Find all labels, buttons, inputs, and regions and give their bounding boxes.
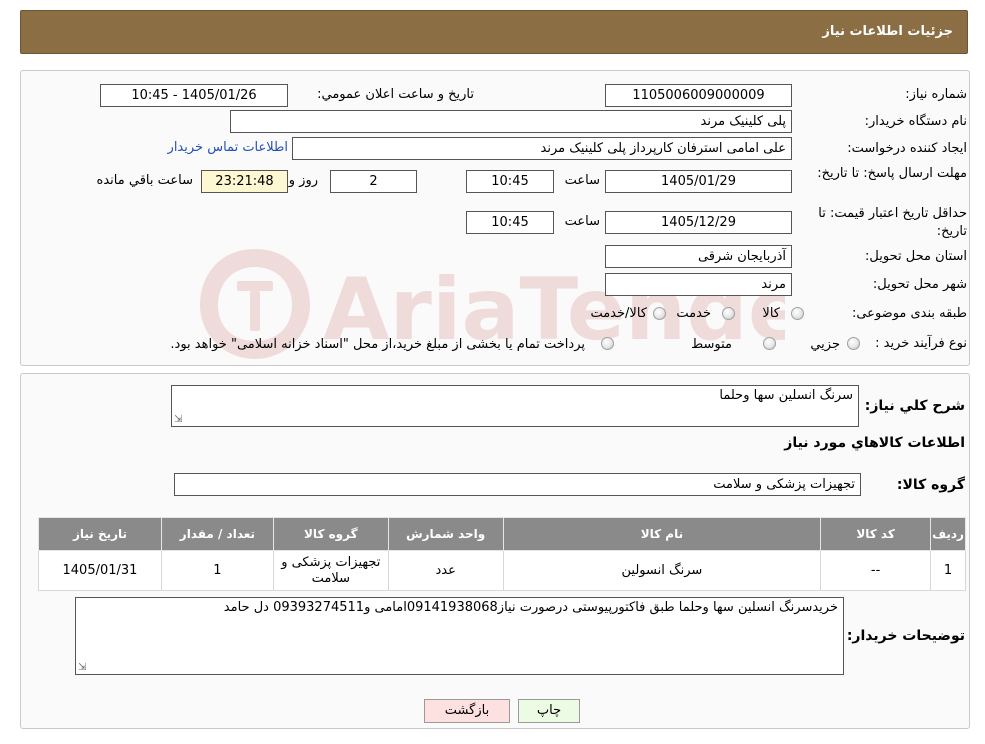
reply-time-field: 10:45 [466,170,554,193]
col-item-code: کد کالا [820,517,932,551]
price-validity-date-field: 1405/12/29 [605,211,792,234]
back-button[interactable]: بازگشت [424,699,510,723]
reply-date-field: 1405/01/29 [605,170,792,193]
col-unit: واحد شمارش [387,517,504,551]
need-number-label: شماره نیاز: [905,87,967,102]
category-goods-radio[interactable] [791,307,804,320]
items-table: رديف کد کالا نام کالا واحد شمارش گروه کا… [38,517,966,591]
items-section-title: اطلاعات کالاهاي مورد نياز [784,435,965,451]
treasury-payment-checkbox[interactable] [601,337,614,350]
page-header: جزئیات اطلاعات نیاز [20,10,968,54]
item-group-label: گروه کالا: [896,477,965,493]
need-summary-field: سرنگ انسلین سها وحلما ⇲ [171,385,859,427]
price-validity-label: حداقل تاريخ اعتبار قيمت: تا تاريخ: [818,206,967,239]
cell-unit: عدد [387,550,504,591]
price-validity-time-label: ساعت [564,214,600,229]
treasury-payment-note: پرداخت تمام يا بخشی از مبلغ خريد،از محل … [170,337,585,352]
col-quantity: تعداد / مقدار [160,517,274,551]
resize-grip-icon: ⇲ [78,662,87,673]
process-minor-radio[interactable] [847,337,860,350]
reply-deadline-label: مهلت ارسال پاسخ: تا تاريخ: [817,166,967,181]
city-field: مرند [605,273,792,296]
category-goods-service-label: کالا/خدمت [590,306,647,321]
buyer-contact-link[interactable]: اطلاعات تماس خريدار [168,140,288,155]
cell-quantity: 1 [160,550,274,591]
cell-row-number: 1 [930,550,966,591]
category-label: طبقه بندی موضوعی: [851,306,967,321]
print-button[interactable]: چاپ [518,699,580,723]
process-medium-label: متوسط [691,337,732,352]
announce-datetime-field: 1405/01/26 - 10:45 [100,84,288,107]
need-summary-text: سرنگ انسلین سها وحلما [719,388,853,403]
table-row: 1 -- سرنگ انسولین عدد تجهیزات پزشکی و سل… [38,550,966,591]
remaining-time-field: 23:21:48 [201,170,288,193]
buyer-notes-label: توضيحات خريدار: [846,628,965,644]
days-field: 2 [330,170,417,193]
category-goods-service-radio[interactable] [653,307,666,320]
buyer-org-field: پلی کلینیک مرند [230,110,792,133]
col-row-number: رديف [930,517,966,551]
page-title: جزئیات اطلاعات نیاز [822,24,953,39]
creator-label: ايجاد کننده درخواست: [847,141,967,156]
col-item-group: گروه کالا [272,517,389,551]
city-label: شهر محل تحويل: [872,277,967,292]
items-table-header: رديف کد کالا نام کالا واحد شمارش گروه کا… [38,517,966,551]
process-medium-radio[interactable] [763,337,776,350]
remaining-time-label: ساعت باقي مانده [96,173,193,188]
announce-datetime-label: تاریخ و ساعت اعلان عمومي: [317,87,474,102]
cell-item-name: سرنگ انسولین [502,550,822,591]
category-service-label: خدمت [676,306,711,321]
need-summary-label: شرح کلي نياز: [864,398,965,414]
process-type-label: نوع فرآيند خريد : [875,336,967,351]
category-service-radio[interactable] [722,307,735,320]
buyer-notes-field: خریدسرنگ انسلین سها وحلما طبق فاکتورپیوس… [75,597,844,675]
buyer-notes-text: خریدسرنگ انسلین سها وحلما طبق فاکتورپیوس… [223,600,838,615]
province-field: آذربایجان شرقی [605,245,792,268]
cell-item-group: تجهیزات پزشکی و سلامت [272,550,389,591]
creator-field: علی امامی استرفان کارپرداز پلی کلینیک مر… [292,137,792,160]
col-item-name: نام کالا [502,517,822,551]
process-minor-label: جزيي [810,337,840,352]
col-need-date: تاريخ نياز [38,517,162,551]
cell-item-code: -- [820,550,932,591]
price-validity-time-field: 10:45 [466,211,554,234]
province-label: استان محل تحويل: [865,249,967,264]
days-label: روز و [288,173,318,188]
need-number-field: 1105006009000009 [605,84,792,107]
buyer-org-label: نام دستگاه خريدار: [864,114,967,129]
cell-need-date: 1405/01/31 [38,550,162,591]
reply-time-label: ساعت [564,173,600,188]
resize-grip-icon: ⇲ [174,414,183,425]
category-goods-label: کالا [762,306,780,321]
item-group-field: تجهیزات پزشکی و سلامت [174,473,861,496]
